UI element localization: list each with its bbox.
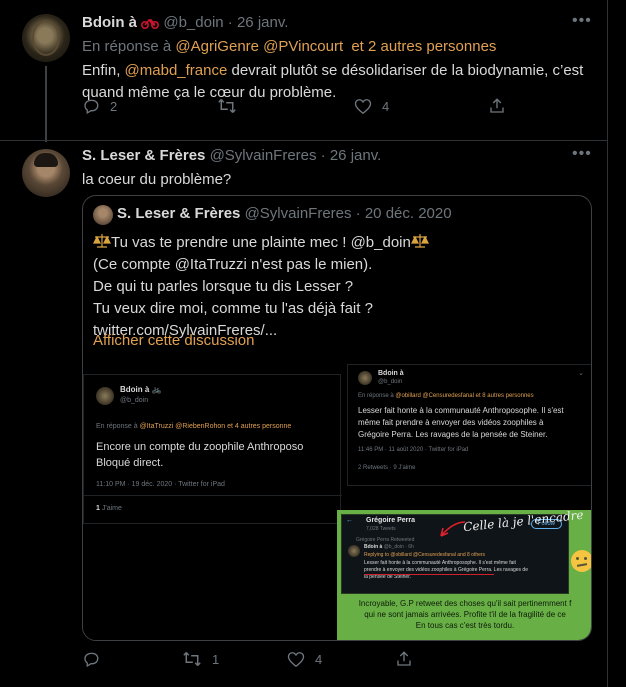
separator: · <box>355 205 361 222</box>
like-count: 4 <box>382 98 390 114</box>
retweet-button[interactable] <box>217 97 237 115</box>
tweet-text: Enfin, @mabd_france devrait plutôt se dé… <box>82 62 584 101</box>
heart-icon <box>354 98 372 115</box>
retweet-icon <box>217 97 237 115</box>
reply-others[interactable]: et 2 autres personnes <box>351 38 496 55</box>
thread-line <box>45 66 47 142</box>
author-handle[interactable]: @b_doin <box>163 14 223 31</box>
avatar <box>358 371 372 385</box>
like-button[interactable]: 4 <box>354 98 389 115</box>
avatar[interactable] <box>22 14 70 62</box>
author-handle[interactable]: @SylvainFreres <box>210 147 317 164</box>
share-button[interactable] <box>395 650 413 668</box>
timeline-column: Bdoin à @b_doin · 26 janv. ••• En répons… <box>0 0 608 687</box>
quoted-author-handle: @SylvainFreres <box>244 205 352 222</box>
separator: · <box>320 147 326 164</box>
reply-users[interactable]: @AgriGenre @PVincourt <box>175 38 343 55</box>
avatar <box>96 387 114 405</box>
quoted-image[interactable]: Bdoin à 🚲 @b_doin En réponse à @ItaTruzz… <box>83 364 591 640</box>
mention[interactable]: @mabd_france <box>125 62 228 79</box>
scales-icon <box>410 233 429 249</box>
like-button[interactable]: 4 <box>287 651 322 668</box>
retweet-count: 1 <box>212 651 220 667</box>
more-icon[interactable]: ••• <box>572 145 592 163</box>
author-name[interactable]: Bdoin à <box>82 14 137 31</box>
reply-prefix: En réponse à <box>82 38 172 55</box>
tweet-date[interactable]: 26 janv. <box>237 14 288 31</box>
share-icon <box>395 650 413 668</box>
reply-button[interactable]: 2 <box>82 97 117 115</box>
tweet-text: la coeur du problème? <box>82 171 232 188</box>
quoted-author-name: S. Leser & Frères <box>117 205 241 222</box>
reply-icon <box>82 97 100 115</box>
bike-icon <box>141 17 160 29</box>
quoted-text: Tu vas te prendre une plainte mec ! @b_d… <box>93 232 573 342</box>
screenshot-right: Bdoin à @b_doin ⌄ En réponse à @obillard… <box>347 364 591 486</box>
screenshot-annotated: ← Grégoire Perra 7,028 Tweets Follow Gré… <box>337 510 591 640</box>
tweet-2[interactable]: S. Leser & Frères @SylvainFreres · 26 ja… <box>0 141 608 687</box>
retweet-button[interactable]: 1 <box>182 650 219 668</box>
separator: · <box>227 14 233 31</box>
more-icon[interactable]: ••• <box>572 12 592 30</box>
reply-count: 2 <box>110 98 118 114</box>
scales-icon <box>93 233 111 249</box>
screenshot-left: Bdoin à 🚲 @b_doin En réponse à @ItaTruzz… <box>83 374 342 524</box>
author-name[interactable]: S. Leser & Frères <box>82 147 205 164</box>
like-count: 4 <box>315 651 323 667</box>
thinking-emoji <box>571 550 591 572</box>
quoted-avatar <box>93 205 113 225</box>
reply-icon <box>82 650 100 668</box>
avatar[interactable] <box>22 149 70 197</box>
share-button[interactable] <box>488 97 506 115</box>
show-thread-link[interactable]: Afficher cette discussion <box>93 332 254 349</box>
retweet-icon <box>182 650 202 668</box>
share-icon <box>488 97 506 115</box>
quoted-date: 20 déc. 2020 <box>364 205 452 222</box>
heart-icon <box>287 651 305 668</box>
reply-button[interactable] <box>82 650 100 668</box>
quoted-tweet[interactable]: S. Leser & Frères @SylvainFreres · 20 dé… <box>82 195 592 641</box>
tweet-date[interactable]: 26 janv. <box>330 147 381 164</box>
tweet-1[interactable]: Bdoin à @b_doin · 26 janv. ••• En répons… <box>0 0 608 142</box>
